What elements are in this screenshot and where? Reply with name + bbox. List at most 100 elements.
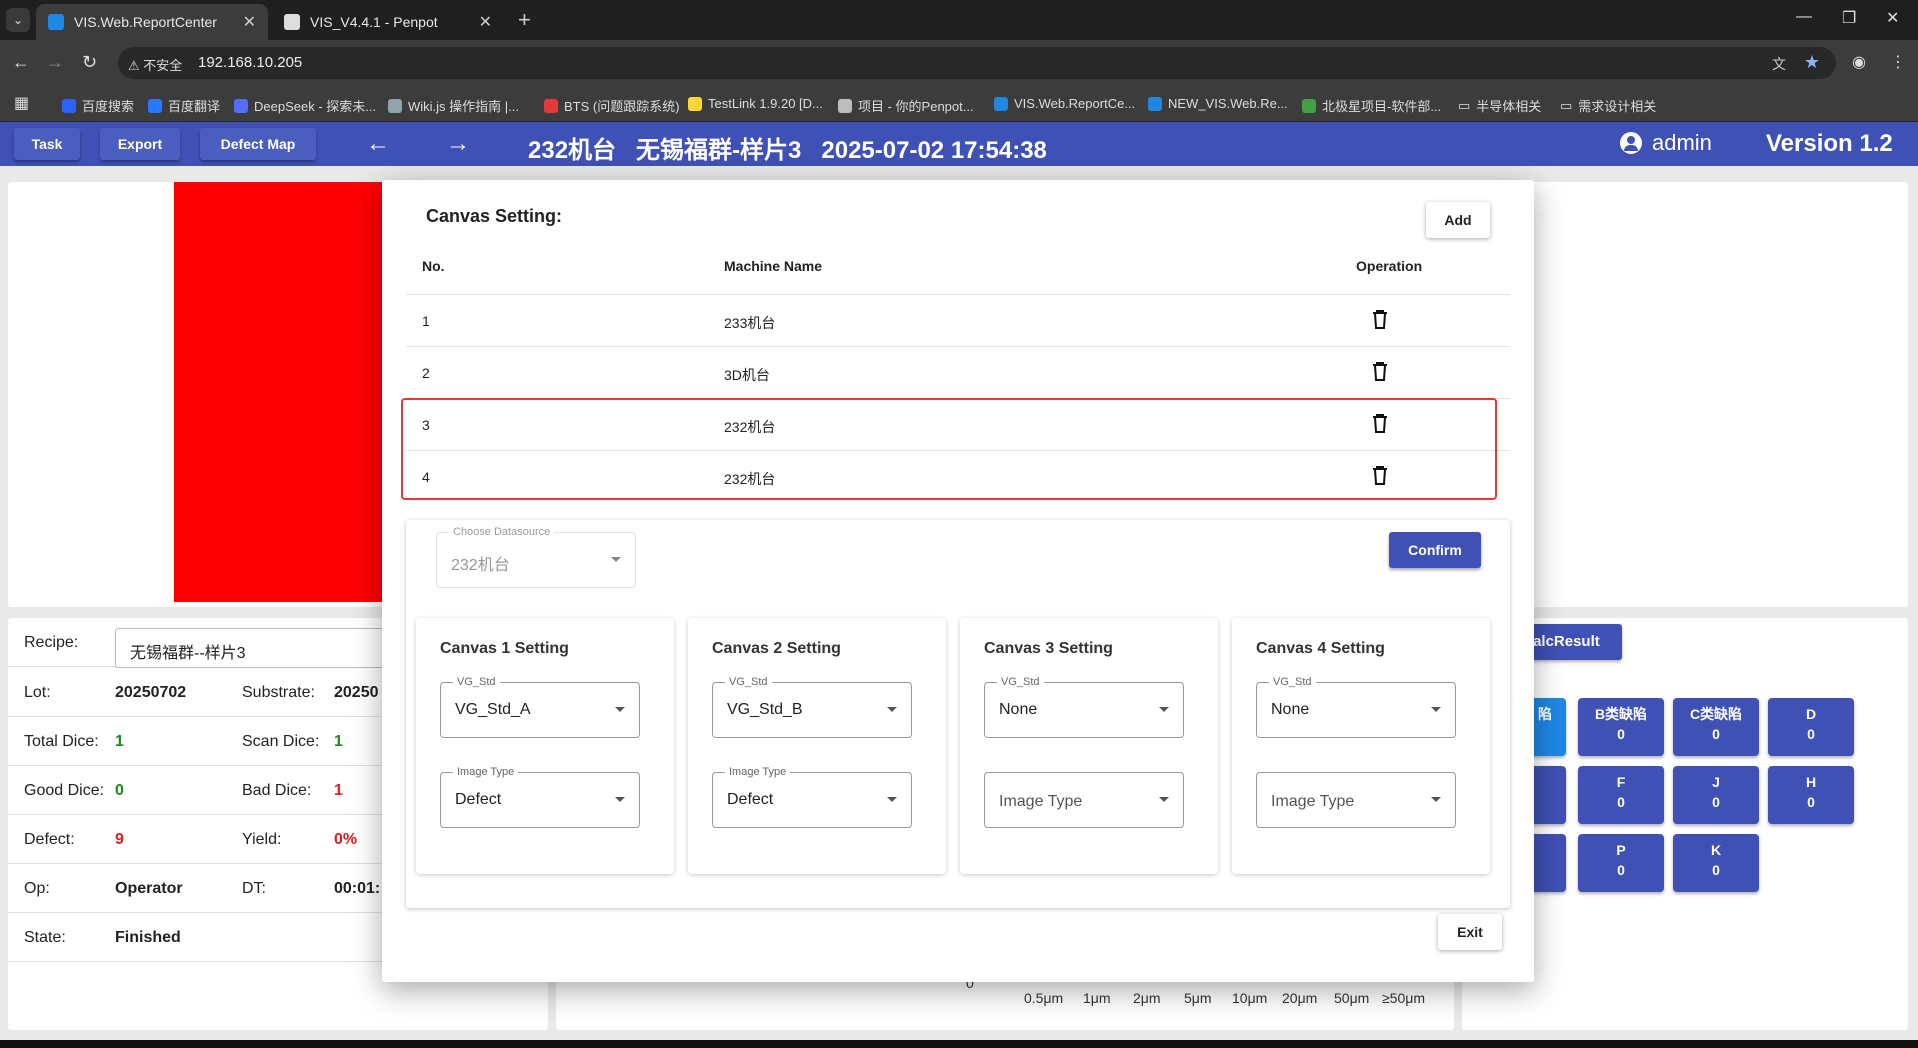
insecure-indicator[interactable]: ⚠ 不安全: [128, 55, 182, 74]
delete-icon[interactable]: [1372, 309, 1388, 329]
tile-count: 0: [1712, 794, 1720, 810]
dt-value: 00:01:: [334, 880, 381, 897]
bookmark-item[interactable]: DeepSeek - 探索未...: [234, 96, 376, 115]
bookmark-item[interactable]: Wiki.js 操作指南 |...: [388, 96, 519, 115]
image-type-select[interactable]: Image Type Defect: [712, 766, 912, 828]
canvas-title: Canvas 2 Setting: [712, 640, 841, 657]
datasource-select[interactable]: Choose Datasource 232机台: [436, 526, 636, 588]
select-legend: VG_Std: [1269, 676, 1316, 688]
vg-std-select[interactable]: VG_Std None: [984, 676, 1184, 738]
tab-search-icon[interactable]: ⌄: [6, 8, 30, 32]
bookmark-item[interactable]: 百度搜索: [62, 96, 134, 115]
tile-count: 0: [1617, 726, 1625, 742]
dialog-title: Canvas Setting:: [426, 206, 563, 226]
close-tab-icon[interactable]: ✕: [479, 12, 492, 32]
recipe-input[interactable]: 无锡福群--样片3: [115, 628, 415, 668]
new-tab-icon[interactable]: +: [518, 8, 531, 32]
app-header: Task Export Defect Map ← → 232机台 无锡福群-样片…: [0, 122, 1918, 166]
defect-map-button[interactable]: Defect Map: [200, 128, 316, 160]
confirm-button[interactable]: Confirm: [1389, 532, 1481, 568]
total-dice-label: Total Dice:: [24, 733, 99, 750]
close-tab-icon[interactable]: ✕: [243, 12, 256, 32]
image-type-select[interactable]: Image Type: [984, 772, 1184, 828]
select-value: VG_Std_B: [727, 701, 803, 718]
bookmark-folder[interactable]: ▭ 半导体相关: [1458, 96, 1541, 115]
x-tick: 50μm: [1334, 990, 1370, 1006]
yield-label: Yield:: [242, 831, 282, 848]
x-tick: ≥50μm: [1382, 990, 1425, 1006]
restore-icon[interactable]: ❐: [1842, 8, 1856, 28]
page-title: 232机台 无锡福群-样片3 2025-07-02 17:54:38: [528, 137, 1047, 164]
add-button[interactable]: Add: [1426, 202, 1490, 238]
substrate-value: 20250: [334, 684, 379, 701]
image-type-select[interactable]: Image Type Defect: [440, 766, 640, 828]
select-value: None: [999, 701, 1038, 718]
tab-reportcenter[interactable]: VIS.Web.ReportCenter ✕: [36, 4, 268, 40]
account-circle-icon: [1620, 132, 1642, 154]
defect-tile[interactable]: F0: [1578, 766, 1664, 824]
dropdown-arrow-icon: [1431, 797, 1441, 802]
canvas-title: Canvas 4 Setting: [1256, 640, 1385, 657]
url-text: 192.168.10.205: [198, 54, 303, 71]
vg-std-select[interactable]: VG_Std None: [1256, 676, 1456, 738]
os-taskbar: [0, 1040, 1918, 1048]
table-row: 2 3D机台: [406, 346, 1510, 398]
tile-name: F: [1616, 774, 1626, 790]
lot-label: Lot:: [24, 684, 51, 701]
bookmark-item[interactable]: BTS (问题跟踪系统): [544, 96, 680, 115]
profile-icon[interactable]: ◉: [1852, 52, 1866, 72]
bookmark-item[interactable]: 项目 - 你的Penpot...: [838, 96, 974, 115]
canvas-setting-dialog: Canvas Setting: Add No. Machine Name Ope…: [382, 180, 1534, 982]
defect-tile[interactable]: J0: [1673, 766, 1759, 824]
minimize-icon[interactable]: —: [1796, 8, 1812, 26]
select-legend: Image Type: [453, 766, 519, 778]
exit-button[interactable]: Exit: [1438, 914, 1502, 950]
tile-name: C类缺陷: [1689, 706, 1743, 722]
reload-icon[interactable]: ↻: [82, 52, 97, 73]
task-button[interactable]: Task: [14, 128, 80, 160]
user-menu[interactable]: admin: [1620, 130, 1712, 156]
translate-icon[interactable]: 文: [1772, 54, 1786, 74]
prev-arrow-icon[interactable]: ←: [366, 130, 390, 158]
defect-tile[interactable]: D0: [1768, 698, 1854, 756]
bad-dice-value: 1: [334, 782, 343, 799]
bookmark-star-icon[interactable]: ★: [1804, 52, 1820, 73]
tab-penpot[interactable]: VIS_V4.4.1 - Penpot ✕: [272, 4, 504, 40]
close-window-icon[interactable]: ✕: [1886, 8, 1899, 28]
bookmark-folder[interactable]: ▭ 需求设计相关: [1560, 96, 1656, 115]
next-arrow-icon[interactable]: →: [446, 130, 470, 158]
apps-grid-icon[interactable]: ▦: [14, 93, 29, 113]
bookmark-item[interactable]: 百度翻译: [148, 96, 220, 115]
image-type-select[interactable]: Image Type: [1256, 772, 1456, 828]
good-dice-value: 0: [115, 782, 124, 799]
more-menu-icon[interactable]: ⋮: [1890, 52, 1906, 72]
tile-name: B类缺陷: [1594, 706, 1648, 722]
canvas-1-card: Canvas 1 Setting VG_Std VG_Std_A Image T…: [416, 618, 674, 874]
tile-name: J: [1712, 774, 1720, 790]
bookmark-item[interactable]: NEW_VIS.Web.Re...: [1148, 96, 1288, 111]
dt-label: DT:: [242, 880, 266, 897]
dropdown-arrow-icon: [615, 707, 625, 712]
tile-name: P: [1616, 842, 1626, 858]
forward-icon[interactable]: →: [46, 52, 64, 73]
dropdown-arrow-icon: [1431, 707, 1441, 712]
bookmark-item[interactable]: VIS.Web.ReportCe...: [994, 96, 1135, 111]
defect-tile[interactable]: P0: [1578, 834, 1664, 892]
address-bar[interactable]: ⚠ 不安全 192.168.10.205 文 ★: [118, 47, 1836, 79]
dropdown-arrow-icon: [887, 707, 897, 712]
defect-tile[interactable]: H0: [1768, 766, 1854, 824]
defect-tile[interactable]: K0: [1673, 834, 1759, 892]
delete-icon[interactable]: [1372, 361, 1388, 381]
back-icon[interactable]: ←: [12, 52, 30, 73]
vg-std-select[interactable]: VG_Std VG_Std_A: [440, 676, 640, 738]
tile-name: K: [1710, 842, 1722, 858]
vg-std-select[interactable]: VG_Std VG_Std_B: [712, 676, 912, 738]
export-button[interactable]: Export: [100, 128, 180, 160]
row-no: 2: [422, 365, 430, 381]
bookmark-item[interactable]: TestLink 1.9.20 [D...: [688, 96, 823, 111]
bookmark-item[interactable]: 北极星项目-软件部...: [1302, 96, 1441, 115]
defect-tile[interactable]: B类缺陷 0: [1578, 698, 1664, 756]
col-no-header: No.: [422, 258, 445, 274]
defect-tile[interactable]: C类缺陷 0: [1673, 698, 1759, 756]
total-dice-value: 1: [115, 733, 124, 750]
